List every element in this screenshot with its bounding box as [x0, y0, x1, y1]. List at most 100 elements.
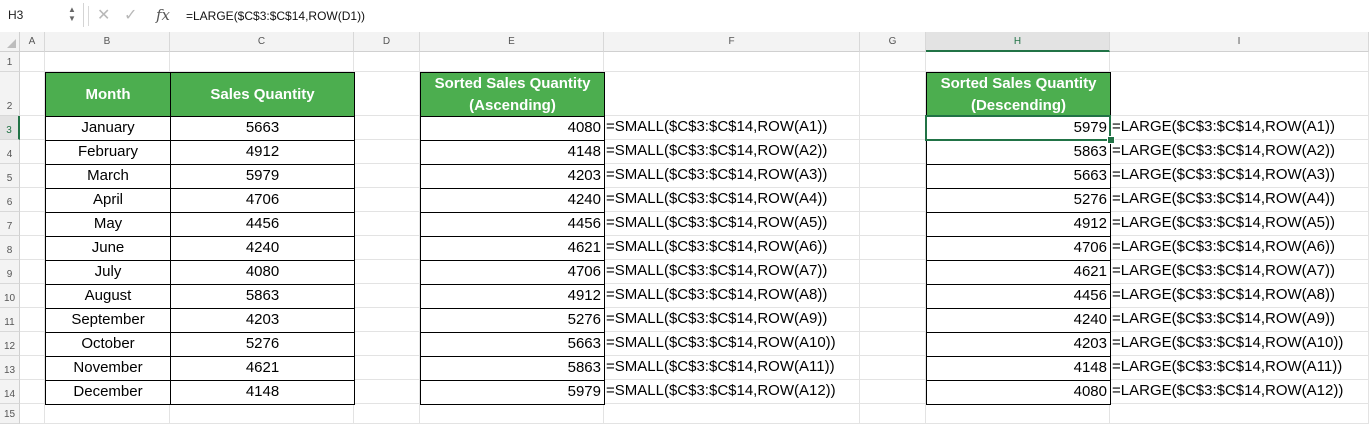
- fill-handle[interactable]: [1107, 136, 1115, 144]
- month-cell[interactable]: June: [45, 236, 171, 261]
- large-formula-text[interactable]: =LARGE($C$3:$C$14,ROW(A11)): [1110, 356, 1369, 381]
- large-formula-text[interactable]: =LARGE($C$3:$C$14,ROW(A6)): [1110, 236, 1369, 261]
- column-header-b[interactable]: B: [45, 32, 170, 52]
- large-formula-text[interactable]: =LARGE($C$3:$C$14,ROW(A10)): [1110, 332, 1369, 357]
- small-formula-text[interactable]: =SMALL($C$3:$C$14,ROW(A7)): [604, 260, 861, 285]
- sales-quantity-cell[interactable]: 4080: [170, 260, 355, 285]
- sales-quantity-cell[interactable]: 5276: [170, 332, 355, 357]
- month-cell[interactable]: July: [45, 260, 171, 285]
- sales-quantity-header[interactable]: Sales Quantity: [170, 72, 355, 117]
- column-header-g[interactable]: G: [860, 32, 926, 52]
- month-cell[interactable]: November: [45, 356, 171, 381]
- small-formula-text[interactable]: =SMALL($C$3:$C$14,ROW(A9)): [604, 308, 861, 333]
- descending-value-cell[interactable]: 5863: [926, 140, 1111, 165]
- sales-quantity-cell[interactable]: 4912: [170, 140, 355, 165]
- descending-value-cell[interactable]: 5276: [926, 188, 1111, 213]
- month-cell[interactable]: March: [45, 164, 171, 189]
- ascending-value-cell[interactable]: 4203: [420, 164, 605, 189]
- ascending-value-cell[interactable]: 4148: [420, 140, 605, 165]
- large-formula-text[interactable]: =LARGE($C$3:$C$14,ROW(A9)): [1110, 308, 1369, 333]
- sales-quantity-cell[interactable]: 5979: [170, 164, 355, 189]
- descending-value-cell[interactable]: 4912: [926, 212, 1111, 237]
- row-header-4[interactable]: 4: [0, 140, 20, 164]
- ascending-value-cell[interactable]: 4240: [420, 188, 605, 213]
- ascending-value-cell[interactable]: 4706: [420, 260, 605, 285]
- insert-function-icon[interactable]: fx: [156, 6, 170, 24]
- month-cell[interactable]: May: [45, 212, 171, 237]
- spreadsheet-grid[interactable]: A B C D E F G H I 1 2 3 4 5 6 7 8 9 10 11 12 13 14 15 Month Sales…: [0, 32, 1369, 424]
- sales-quantity-cell[interactable]: 4240: [170, 236, 355, 261]
- descending-value-cell[interactable]: 4240: [926, 308, 1111, 333]
- sales-quantity-cell[interactable]: 4706: [170, 188, 355, 213]
- month-cell[interactable]: January: [45, 116, 171, 141]
- large-formula-text[interactable]: =LARGE($C$3:$C$14,ROW(A3)): [1110, 164, 1369, 189]
- ascending-value-cell[interactable]: 4912: [420, 284, 605, 309]
- sales-quantity-cell[interactable]: 4203: [170, 308, 355, 333]
- large-formula-text[interactable]: =LARGE($C$3:$C$14,ROW(A8)): [1110, 284, 1369, 309]
- ascending-header[interactable]: Sorted Sales Quantity (Ascending): [420, 72, 605, 117]
- large-formula-text[interactable]: =LARGE($C$3:$C$14,ROW(A5)): [1110, 212, 1369, 237]
- row-header-2[interactable]: 2: [0, 72, 20, 116]
- column-header-f[interactable]: F: [604, 32, 860, 52]
- row-header-14[interactable]: 14: [0, 380, 20, 404]
- row-header-10[interactable]: 10: [0, 284, 20, 308]
- descending-value-cell[interactable]: 4080: [926, 380, 1111, 405]
- ascending-value-cell[interactable]: 5863: [420, 356, 605, 381]
- month-cell[interactable]: December: [45, 380, 171, 405]
- name-box-dropdown-icon[interactable]: ▲ ▼: [68, 5, 76, 23]
- large-formula-text[interactable]: =LARGE($C$3:$C$14,ROW(A1)): [1110, 116, 1369, 141]
- descending-value-cell[interactable]: 4621: [926, 260, 1111, 285]
- column-header-i[interactable]: I: [1110, 32, 1369, 52]
- descending-value-cell[interactable]: 4706: [926, 236, 1111, 261]
- row-header-3[interactable]: 3: [0, 116, 20, 140]
- formula-input[interactable]: =LARGE($C$3:$C$14,ROW(D1)): [186, 0, 365, 32]
- large-formula-text[interactable]: =LARGE($C$3:$C$14,ROW(A12)): [1110, 380, 1369, 405]
- row-header-15[interactable]: 15: [0, 404, 20, 424]
- sales-quantity-cell[interactable]: 4148: [170, 380, 355, 405]
- small-formula-text[interactable]: =SMALL($C$3:$C$14,ROW(A3)): [604, 164, 861, 189]
- month-header[interactable]: Month: [45, 72, 171, 117]
- large-formula-text[interactable]: =LARGE($C$3:$C$14,ROW(A2)): [1110, 140, 1369, 165]
- descending-header[interactable]: Sorted Sales Quantity (Descending): [926, 72, 1111, 117]
- row-header-6[interactable]: 6: [0, 188, 20, 212]
- large-formula-text[interactable]: =LARGE($C$3:$C$14,ROW(A7)): [1110, 260, 1369, 285]
- sales-quantity-cell[interactable]: 4456: [170, 212, 355, 237]
- column-header-e[interactable]: E: [420, 32, 604, 52]
- descending-value-cell[interactable]: 5663: [926, 164, 1111, 189]
- column-header-c[interactable]: C: [170, 32, 354, 52]
- row-header-9[interactable]: 9: [0, 260, 20, 284]
- descending-value-cell[interactable]: 4148: [926, 356, 1111, 381]
- ascending-value-cell[interactable]: 5979: [420, 380, 605, 405]
- ascending-value-cell[interactable]: 4456: [420, 212, 605, 237]
- row-header-1[interactable]: 1: [0, 52, 20, 72]
- month-cell[interactable]: September: [45, 308, 171, 333]
- descending-value-cell[interactable]: 4456: [926, 284, 1111, 309]
- check-icon[interactable]: ✓: [124, 7, 137, 25]
- row-header-5[interactable]: 5: [0, 164, 20, 188]
- column-header-h[interactable]: H: [926, 32, 1110, 52]
- small-formula-text[interactable]: =SMALL($C$3:$C$14,ROW(A6)): [604, 236, 861, 261]
- month-cell[interactable]: April: [45, 188, 171, 213]
- small-formula-text[interactable]: =SMALL($C$3:$C$14,ROW(A8)): [604, 284, 861, 309]
- row-header-12[interactable]: 12: [0, 332, 20, 356]
- column-header-a[interactable]: A: [20, 32, 45, 52]
- row-header-13[interactable]: 13: [0, 356, 20, 380]
- select-all-corner[interactable]: [0, 32, 20, 52]
- month-cell[interactable]: October: [45, 332, 171, 357]
- close-icon[interactable]: ✕: [97, 7, 110, 25]
- ascending-value-cell[interactable]: 4621: [420, 236, 605, 261]
- row-header-11[interactable]: 11: [0, 308, 20, 332]
- column-header-d[interactable]: D: [354, 32, 420, 52]
- ascending-value-cell[interactable]: 5663: [420, 332, 605, 357]
- ascending-value-cell[interactable]: 5276: [420, 308, 605, 333]
- descending-value-cell[interactable]: 4203: [926, 332, 1111, 357]
- month-cell[interactable]: February: [45, 140, 171, 165]
- small-formula-text[interactable]: =SMALL($C$3:$C$14,ROW(A10)): [604, 332, 861, 357]
- sales-quantity-cell[interactable]: 4621: [170, 356, 355, 381]
- row-header-8[interactable]: 8: [0, 236, 20, 260]
- month-cell[interactable]: August: [45, 284, 171, 309]
- sales-quantity-cell[interactable]: 5863: [170, 284, 355, 309]
- small-formula-text[interactable]: =SMALL($C$3:$C$14,ROW(A4)): [604, 188, 861, 213]
- small-formula-text[interactable]: =SMALL($C$3:$C$14,ROW(A2)): [604, 140, 861, 165]
- sales-quantity-cell[interactable]: 5663: [170, 116, 355, 141]
